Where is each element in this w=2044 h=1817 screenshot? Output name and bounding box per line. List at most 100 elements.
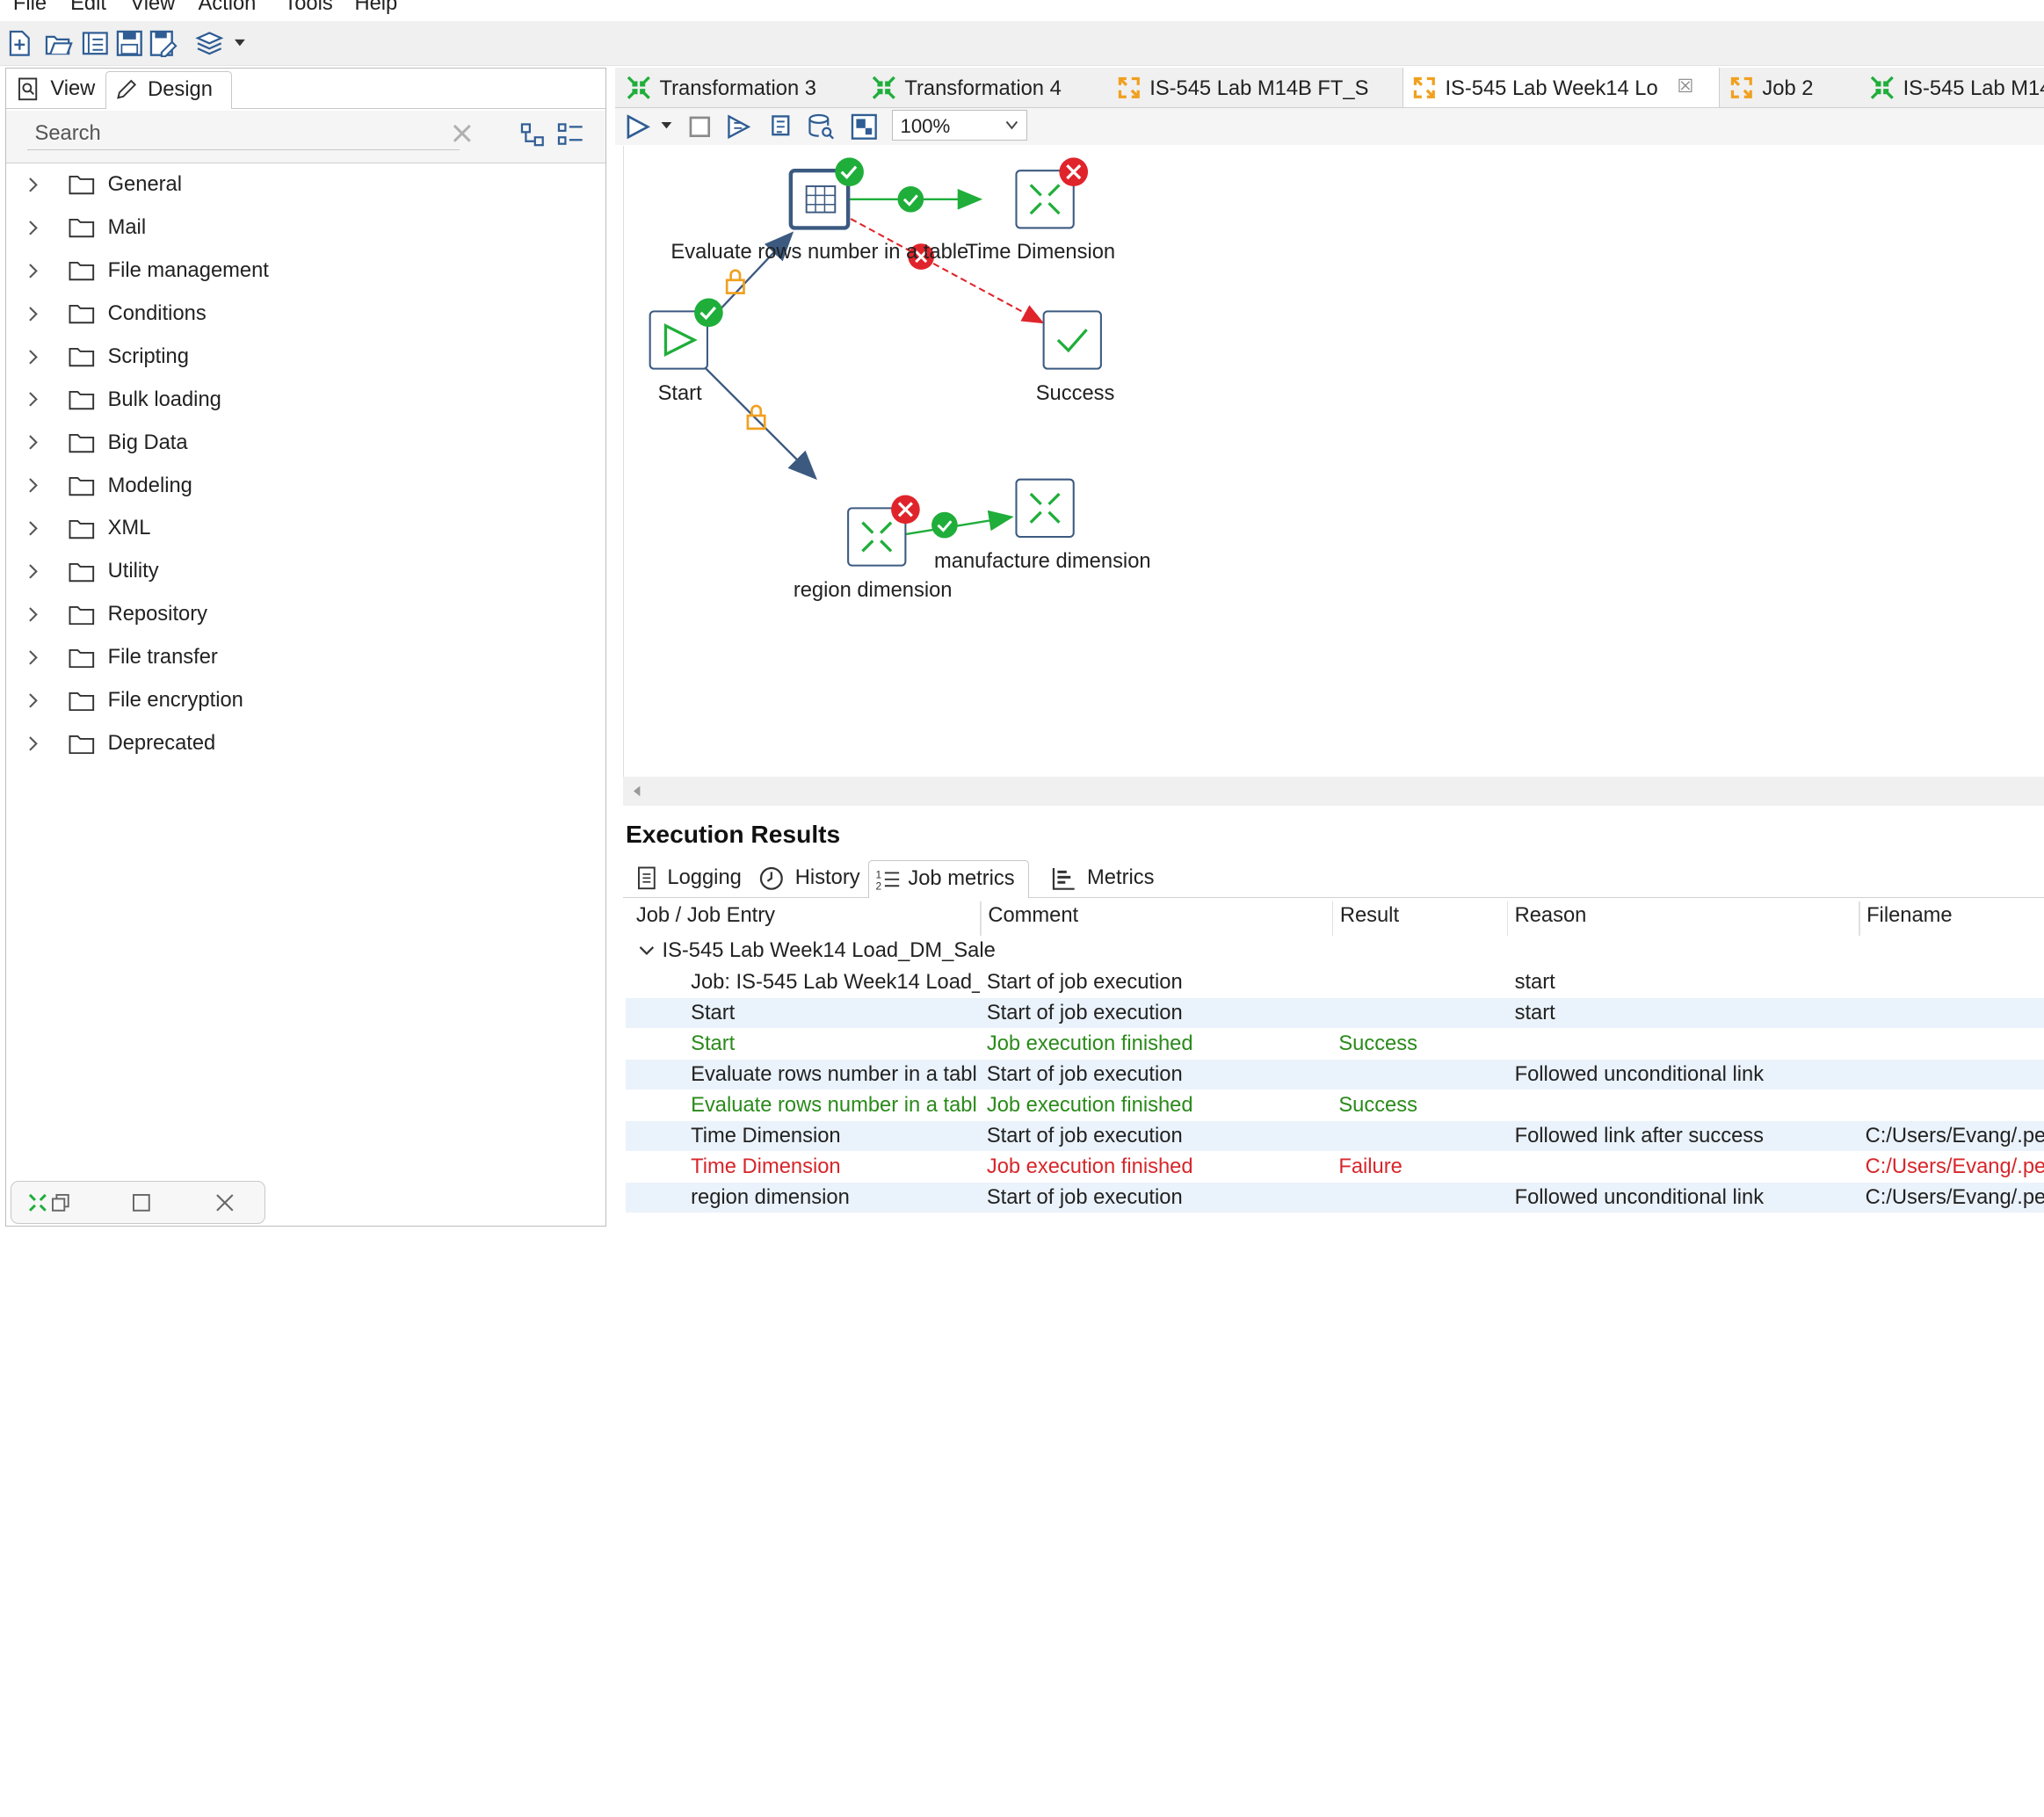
explore-repository-icon[interactable]	[81, 29, 110, 58]
chevron-down-icon[interactable]	[232, 34, 248, 50]
column-header[interactable]: Reason	[1515, 904, 1587, 928]
group-row[interactable]: IS-545 Lab Week14 Load_DM_Sale	[626, 936, 2044, 966]
column-divider[interactable]	[1331, 901, 1334, 936]
tree-item[interactable]: Modeling	[25, 467, 572, 505]
close-tab-icon[interactable]: ☒	[1678, 68, 1694, 107]
chevron-right-icon[interactable]	[25, 735, 43, 753]
hop-region-to-manufacture[interactable]	[905, 510, 1014, 536]
hop-evaluate-to-success[interactable]	[850, 218, 1045, 324]
editor-tab[interactable]: IS-545 Lab M14B FT_S	[1108, 68, 1400, 106]
menu-file[interactable]: File	[13, 0, 47, 16]
tree-item[interactable]: File transfer	[25, 638, 572, 677]
chevron-right-icon[interactable]	[25, 691, 43, 710]
tree-item[interactable]: File encryption	[25, 681, 572, 720]
sql-icon[interactable]	[806, 112, 835, 141]
chevron-right-icon[interactable]	[25, 433, 43, 452]
table-row[interactable]: Evaluate rows number in a tabl Start of j…	[625, 1059, 2044, 1089]
node-success[interactable]	[1042, 310, 1102, 370]
table-row[interactable]: Start Start of job execution start	[625, 997, 2044, 1028]
verify-icon[interactable]	[766, 112, 795, 141]
editor-tab[interactable]: Job 2	[1721, 68, 1859, 106]
node-start[interactable]	[649, 298, 723, 370]
node-time-dimension[interactable]	[1015, 157, 1089, 229]
node-region-dimension[interactable]	[847, 495, 920, 567]
expand-all-icon[interactable]	[519, 120, 548, 149]
search-input[interactable]	[26, 118, 460, 151]
node-evaluate-rows[interactable]	[788, 157, 864, 230]
tree-item[interactable]: Big Data	[25, 423, 572, 462]
tree-item[interactable]: Deprecated	[25, 724, 572, 763]
column-header[interactable]: Job / Job Entry	[636, 904, 775, 928]
job-canvas[interactable]: Evaluate rows number in a table Time Dim…	[623, 146, 2044, 778]
tree-item[interactable]: Conditions	[25, 294, 572, 333]
tree-item[interactable]: General	[25, 165, 572, 204]
menu-action[interactable]: Action	[198, 0, 256, 16]
stop-icon[interactable]	[685, 112, 714, 141]
chevron-right-icon[interactable]	[25, 648, 43, 667]
run-options-chevron-icon[interactable]	[660, 119, 673, 133]
close-icon[interactable]	[214, 1192, 236, 1213]
editor-tab[interactable]: IS-545 Lab Week14 Lo ☒	[1403, 68, 1720, 107]
maximize-icon[interactable]	[131, 1192, 152, 1213]
canvas-scrollbar[interactable]	[623, 777, 2044, 806]
layers-icon[interactable]	[195, 29, 224, 58]
menu-edit[interactable]: Edit	[70, 0, 106, 16]
editor-tab[interactable]: Transformation 4	[863, 68, 1105, 106]
tree-item[interactable]: File management	[25, 251, 572, 290]
editor-tab[interactable]: IS-545 Lab M14	[1861, 68, 2044, 106]
table-row[interactable]: Evaluate rows number in a tabl Job execut…	[626, 1090, 2044, 1120]
chevron-right-icon[interactable]	[25, 348, 43, 366]
run-icon[interactable]	[623, 112, 652, 141]
tree-item[interactable]: Utility	[25, 552, 572, 590]
tab-history[interactable]: History	[753, 860, 866, 897]
column-header[interactable]: Result	[1340, 904, 1399, 928]
open-file-icon[interactable]	[44, 29, 74, 58]
chevron-right-icon[interactable]	[25, 176, 43, 194]
tree-item[interactable]: Repository	[25, 595, 572, 633]
node-manufacture-dimension[interactable]	[1015, 478, 1075, 539]
column-header[interactable]: Comment	[988, 904, 1078, 928]
chevron-right-icon[interactable]	[25, 219, 43, 237]
chevron-right-icon[interactable]	[25, 390, 43, 409]
chevron-down-icon[interactable]	[639, 945, 655, 958]
save-icon[interactable]	[115, 29, 144, 58]
chevron-right-icon[interactable]	[25, 519, 43, 538]
tab-metrics[interactable]: Metrics	[1043, 860, 1160, 897]
chevron-right-icon[interactable]	[25, 605, 43, 624]
column-header[interactable]: Filename	[1866, 904, 1953, 928]
tree-item[interactable]: Scripting	[25, 337, 572, 376]
new-file-icon[interactable]	[5, 29, 34, 58]
tree-item[interactable]: Mail	[25, 208, 572, 247]
column-divider[interactable]	[1506, 901, 1509, 936]
chevron-right-icon[interactable]	[25, 305, 43, 323]
table-row[interactable]: Time Dimension Start of job execution Foll…	[625, 1120, 2044, 1151]
chevron-right-icon[interactable]	[25, 562, 43, 581]
clear-search-icon[interactable]	[449, 120, 475, 147]
restore-icon[interactable]	[50, 1192, 71, 1213]
preview-icon[interactable]	[725, 112, 754, 141]
scroll-left-icon[interactable]	[631, 785, 644, 798]
chevron-right-icon[interactable]	[25, 476, 43, 495]
tree-item[interactable]: XML	[25, 509, 572, 547]
tab-logging[interactable]: Logging	[628, 860, 750, 897]
chevron-right-icon[interactable]	[25, 262, 43, 280]
tree-item[interactable]: Bulk loading	[25, 380, 572, 419]
collapse-all-icon[interactable]	[556, 120, 585, 149]
zoom-select[interactable]: 100%	[891, 109, 1027, 141]
table-row[interactable]: Job: IS-545 Lab Week14 Load_D Start of jo…	[626, 967, 2044, 997]
column-divider[interactable]	[980, 901, 982, 936]
table-row[interactable]: region dimension Start of job execution Fo…	[625, 1182, 2044, 1213]
align-icon[interactable]	[850, 112, 879, 141]
editor-tab[interactable]: Transformation 3	[618, 68, 860, 106]
table-row[interactable]: Start Job execution finished Success	[626, 1029, 2044, 1059]
save-as-icon[interactable]	[149, 29, 178, 58]
hop-start-to-region[interactable]	[704, 366, 817, 481]
table-row[interactable]: Time Dimension Job execution finished Fail…	[626, 1152, 2044, 1182]
menu-view[interactable]: View	[130, 0, 175, 16]
tab-design[interactable]: Design	[105, 71, 233, 109]
tab-view[interactable]: View	[11, 71, 103, 108]
menu-help[interactable]: Help	[354, 0, 397, 16]
tab-job-metrics[interactable]: 12 Job metrics	[867, 859, 1029, 898]
minimized-window[interactable]	[10, 1180, 265, 1225]
menu-tools[interactable]: Tools	[284, 0, 332, 16]
